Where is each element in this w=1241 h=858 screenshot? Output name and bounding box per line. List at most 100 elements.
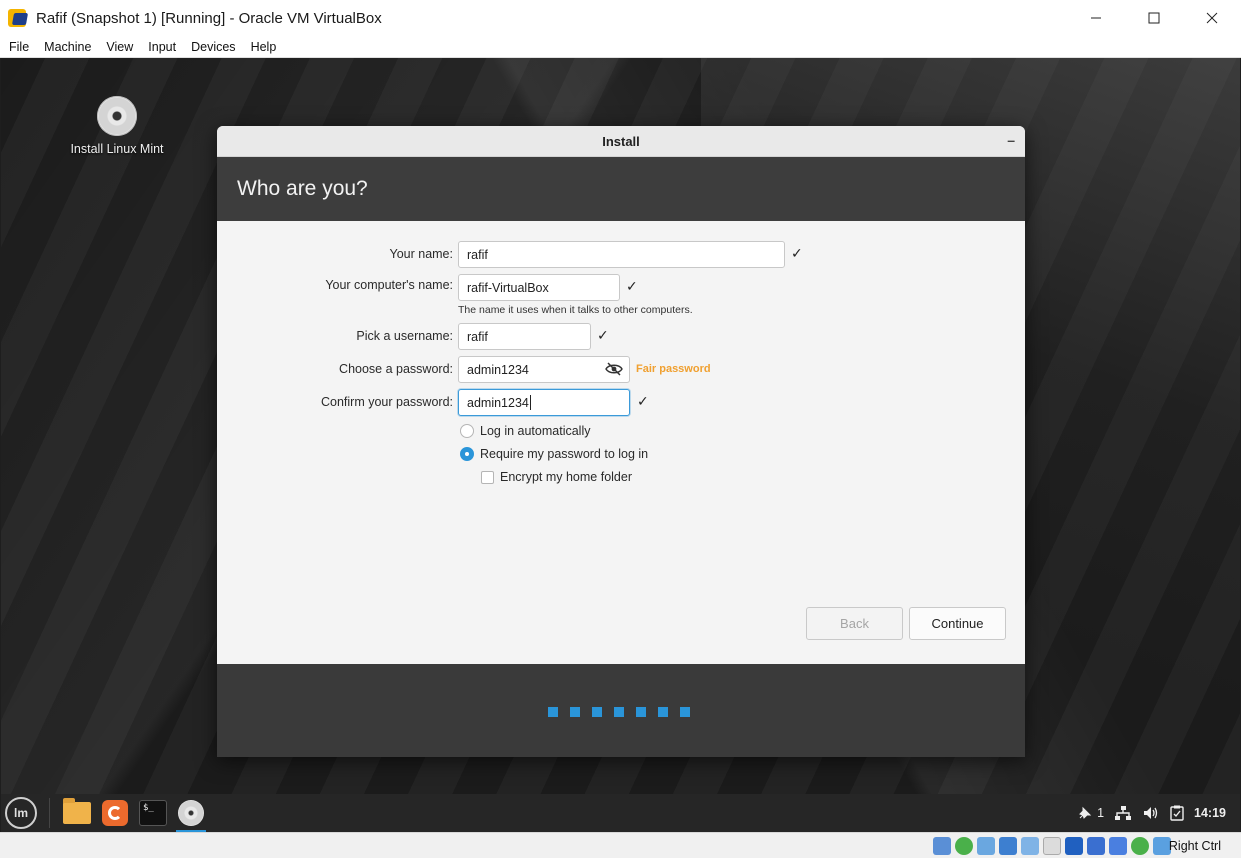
close-icon	[1206, 12, 1218, 24]
username-label: Pick a username:	[356, 329, 453, 343]
login-automatically-option[interactable]: Log in automatically	[460, 424, 590, 438]
display-icon[interactable]	[1065, 837, 1083, 855]
guest-additions-icon[interactable]	[1131, 837, 1149, 855]
hard-disk-icon[interactable]	[933, 837, 951, 855]
virtualbox-app-icon	[8, 7, 30, 29]
virtualization-icon[interactable]	[1109, 837, 1127, 855]
virtualbox-statusbar: Right Ctrl	[0, 832, 1241, 858]
progress-dots	[548, 707, 702, 717]
pin-icon	[1079, 806, 1092, 819]
continue-button[interactable]: Continue	[909, 607, 1006, 640]
host-key-label: Right Ctrl	[1168, 839, 1221, 853]
panel-separator	[49, 798, 50, 828]
confirm-password-input[interactable]: admin1234	[458, 389, 630, 416]
username-valid-check-icon: ✓	[597, 327, 609, 343]
dialog-title: Install	[602, 133, 640, 149]
computer-name-value: rafif-VirtualBox	[467, 280, 549, 295]
encrypt-home-label: Encrypt my home folder	[500, 470, 632, 484]
menu-view[interactable]: View	[99, 40, 140, 54]
password-label: Choose a password:	[339, 362, 453, 376]
computer-name-label: Your computer's name:	[325, 278, 453, 292]
maximize-button[interactable]	[1125, 0, 1183, 36]
clipboard-icon[interactable]	[1170, 805, 1184, 821]
taskbar-panel: lm $_ 1 14:19	[1, 794, 1240, 832]
require-password-label: Require my password to log in	[480, 447, 649, 461]
close-button[interactable]	[1183, 0, 1241, 36]
password-strength-label: Fair password	[636, 363, 711, 375]
menu-devices[interactable]: Devices	[184, 40, 242, 54]
toggle-visibility-eye-icon[interactable]	[605, 361, 623, 380]
disc-icon	[97, 96, 137, 136]
progress-dot	[680, 707, 690, 717]
menu-bar: File Machine View Input Devices Help	[0, 36, 1241, 58]
notifications-tray[interactable]: 1	[1077, 805, 1104, 821]
username-input[interactable]: rafif	[458, 323, 591, 350]
confirm-password-label: Confirm your password:	[321, 395, 453, 409]
computer-name-hint: The name it uses when it talks to other …	[458, 304, 693, 316]
dialog-heading: Who are you?	[217, 157, 1025, 221]
progress-dot	[570, 707, 580, 717]
confirm-password-valid-check-icon: ✓	[637, 393, 649, 409]
dialog-minimize-button[interactable]: –	[1007, 132, 1015, 148]
progress-dot	[636, 707, 646, 717]
menu-machine[interactable]: Machine	[37, 40, 98, 54]
user-form: Your name: rafif ✓ Your computer's name:…	[217, 221, 1025, 664]
workspace-count: 1	[1097, 806, 1105, 820]
require-password-radio[interactable]	[460, 447, 474, 461]
install-linux-mint-desktop-icon[interactable]: Install Linux Mint	[59, 96, 175, 156]
firefox-icon	[102, 800, 128, 826]
progress-dot	[592, 707, 602, 717]
login-automatically-label: Log in automatically	[480, 424, 591, 438]
progress-footer	[217, 664, 1025, 757]
name-valid-check-icon: ✓	[791, 245, 803, 261]
desktop-icon-label: Install Linux Mint	[70, 142, 164, 156]
progress-dot	[658, 707, 668, 717]
progress-dot	[548, 707, 558, 717]
files-launcher[interactable]	[58, 794, 96, 832]
disc-icon	[178, 800, 204, 826]
require-password-option[interactable]: Require my password to log in	[460, 447, 648, 461]
confirm-password-value: admin1234	[467, 395, 529, 410]
usb-icon[interactable]	[1021, 837, 1039, 855]
encrypt-home-option[interactable]: Encrypt my home folder	[481, 470, 632, 484]
minimize-button[interactable]	[1067, 0, 1125, 36]
menu-help[interactable]: Help	[244, 40, 284, 54]
mint-menu-icon[interactable]: lm	[5, 797, 37, 829]
panel-clock[interactable]: 14:19	[1194, 806, 1226, 820]
statusbar-device-icons	[929, 837, 1171, 855]
audio-icon[interactable]	[977, 837, 995, 855]
computer-name-valid-check-icon: ✓	[626, 278, 638, 294]
installer-taskbar-item[interactable]	[172, 794, 210, 832]
encrypt-home-checkbox[interactable]	[481, 470, 494, 484]
back-button[interactable]: Back	[806, 607, 903, 640]
password-input[interactable]: admin1234	[458, 356, 630, 383]
shared-folders-icon[interactable]	[1043, 837, 1061, 855]
volume-icon[interactable]	[1142, 805, 1160, 821]
dialog-titlebar: Install –	[217, 126, 1025, 157]
optical-drive-icon[interactable]	[955, 837, 973, 855]
terminal-launcher[interactable]: $_	[134, 794, 172, 832]
password-value: admin1234	[467, 362, 529, 377]
firefox-launcher[interactable]	[96, 794, 134, 832]
maximize-icon	[1148, 12, 1160, 24]
name-input[interactable]: rafif	[458, 241, 785, 268]
progress-dot	[614, 707, 624, 717]
window-titlebar: Rafif (Snapshot 1) [Running] - Oracle VM…	[0, 0, 1241, 36]
terminal-icon: $_	[139, 800, 167, 826]
installer-dialog: Install – Who are you? Your name: rafif …	[217, 126, 1025, 757]
guest-desktop: Install Linux Mint Install – Who are you…	[1, 58, 1240, 794]
username-value: rafif	[467, 329, 488, 344]
mint-menu-symbol: lm	[13, 806, 28, 820]
network-icon[interactable]	[1114, 805, 1132, 821]
computer-name-input[interactable]: rafif-VirtualBox	[458, 274, 620, 301]
folder-icon	[63, 798, 91, 824]
window-title: Rafif (Snapshot 1) [Running] - Oracle VM…	[36, 9, 382, 27]
network-adapter-icon[interactable]	[999, 837, 1017, 855]
text-caret	[529, 395, 531, 410]
minimize-icon	[1091, 17, 1101, 19]
name-value: rafif	[467, 247, 488, 262]
menu-file[interactable]: File	[2, 40, 36, 54]
menu-input[interactable]: Input	[141, 40, 183, 54]
login-automatically-radio[interactable]	[460, 424, 474, 438]
recording-icon[interactable]	[1087, 837, 1105, 855]
